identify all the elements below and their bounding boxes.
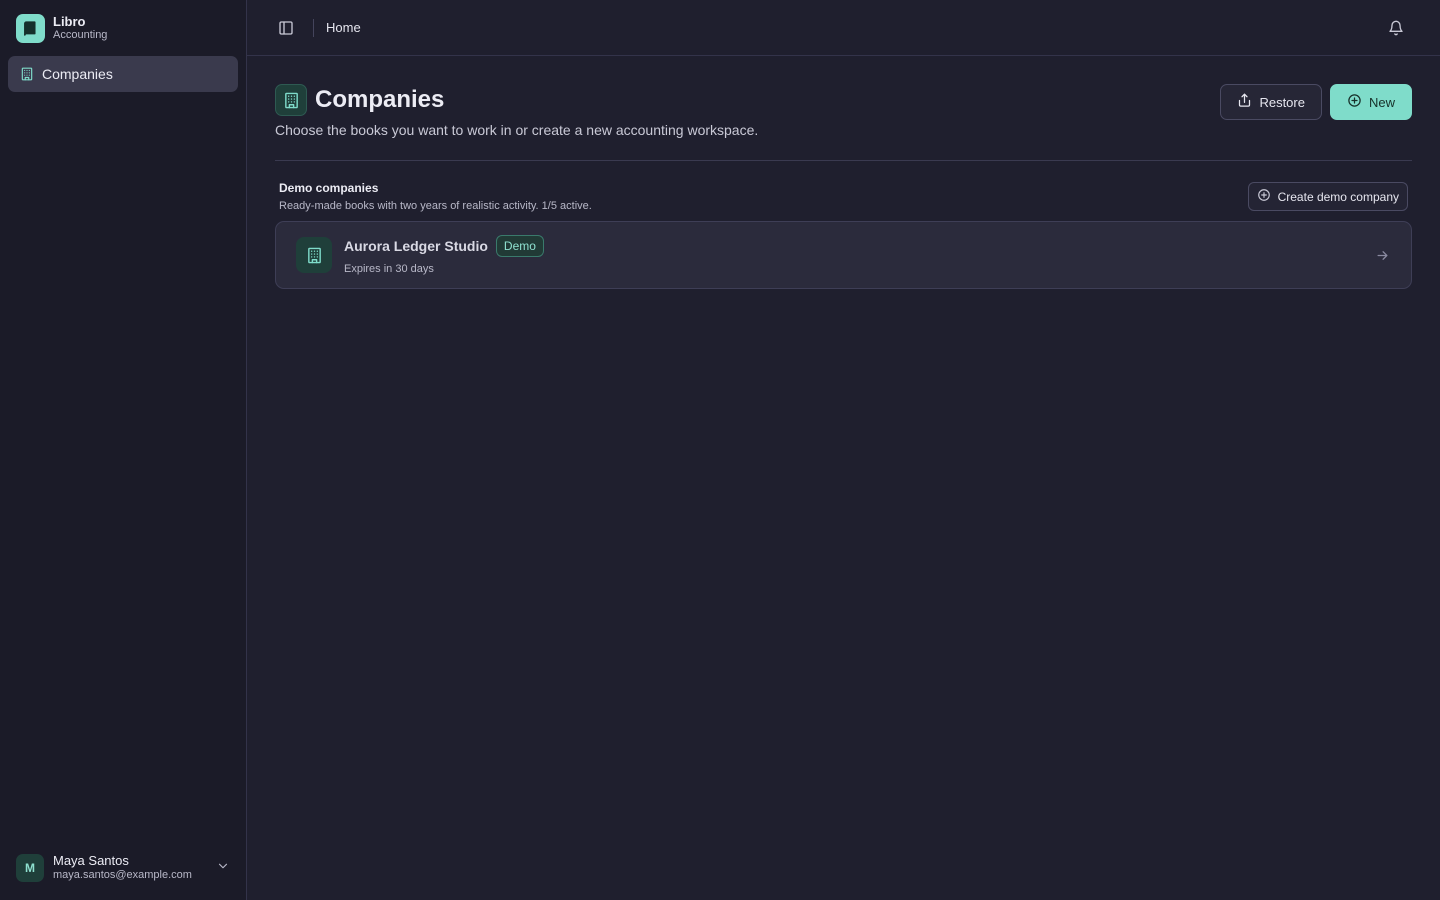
topbar-divider — [313, 18, 314, 37]
company-info: Aurora Ledger Studio Demo Expires in 30 … — [344, 235, 1373, 275]
brand-name: Libro — [53, 13, 86, 29]
chevron-down-icon[interactable] — [216, 859, 230, 878]
content: Companies Choose the books you want to w… — [247, 56, 1440, 289]
building-icon — [20, 67, 34, 81]
user-name: Maya Santos — [53, 853, 129, 868]
section-subtitle: Ready-made books with two years of reali… — [279, 200, 592, 212]
bell-icon[interactable] — [1387, 19, 1405, 37]
plus-circle-icon — [1257, 188, 1271, 205]
brand-subtitle: Accounting — [53, 29, 108, 42]
sidebar: Libro Accounting Companies M Maya Santos… — [0, 0, 247, 900]
avatar: M — [16, 854, 44, 882]
upload-icon — [1237, 93, 1252, 111]
page-title: Companies — [315, 86, 445, 113]
page-description: Choose the books you want to work in or … — [275, 122, 759, 138]
brand-text: Libro Accounting — [53, 14, 107, 43]
book-icon — [16, 13, 45, 43]
restore-button[interactable]: Restore — [1220, 84, 1322, 120]
create-demo-company-button[interactable]: Create demo company — [1247, 182, 1408, 211]
breadcrumb[interactable]: Home — [326, 20, 361, 35]
section-divider — [275, 160, 1412, 161]
sidebar-nav: Companies — [0, 56, 246, 92]
demo-section-header: Demo companies Ready-made books with two… — [275, 181, 1412, 212]
app-shell: Libro Accounting Companies M Maya Santos… — [0, 0, 1440, 900]
user-menu[interactable]: M Maya Santos maya.santos@example.com — [8, 848, 238, 888]
page-header: Companies Choose the books you want to w… — [275, 84, 1412, 138]
sidebar-item-companies[interactable]: Companies — [8, 56, 238, 92]
main-area: Home Companies Choose the books you want… — [247, 0, 1440, 900]
plus-circle-icon — [1347, 93, 1362, 111]
user-email: maya.santos@example.com — [53, 869, 192, 882]
new-label: New — [1368, 94, 1395, 110]
create-demo-label: Create demo company — [1277, 189, 1399, 204]
demo-section-text: Demo companies Ready-made books with two… — [279, 181, 592, 212]
company-expiry: Expires in 30 days — [344, 263, 434, 275]
status-badge: Demo — [495, 235, 544, 257]
page-actions: Restore New — [1220, 84, 1412, 120]
page-heading: Companies Choose the books you want to w… — [275, 84, 758, 138]
arrow-right-icon[interactable] — [1373, 246, 1391, 264]
building-icon — [296, 237, 332, 273]
user-info: Maya Santos maya.santos@example.com — [53, 853, 216, 883]
company-card[interactable]: Aurora Ledger Studio Demo Expires in 30 … — [275, 221, 1412, 289]
company-name: Aurora Ledger Studio — [344, 238, 488, 254]
restore-label: Restore — [1259, 94, 1305, 110]
company-name-row: Aurora Ledger Studio Demo — [344, 235, 1373, 257]
section-title: Demo companies — [279, 181, 379, 195]
sidebar-item-label: Companies — [42, 66, 113, 82]
topbar: Home — [247, 0, 1440, 56]
brand[interactable]: Libro Accounting — [0, 0, 246, 56]
title-row: Companies — [275, 84, 758, 116]
sidebar-toggle-icon[interactable] — [277, 19, 295, 37]
new-button[interactable]: New — [1329, 84, 1412, 120]
building-icon — [275, 84, 307, 116]
